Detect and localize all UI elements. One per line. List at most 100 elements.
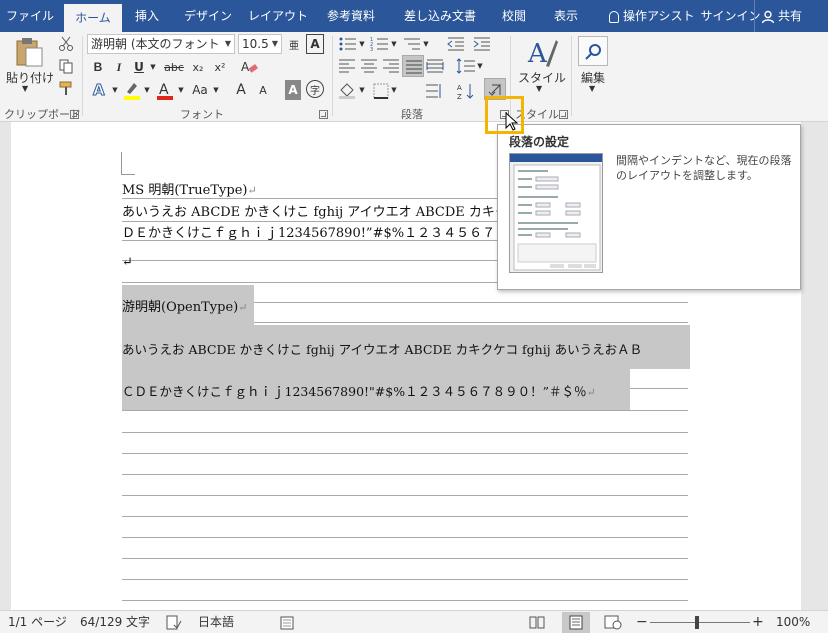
tab-review[interactable]: 校閲 xyxy=(494,0,534,32)
svg-text:A: A xyxy=(241,60,250,74)
clear-formatting-icon[interactable]: A xyxy=(240,58,258,76)
italic-button[interactable]: I xyxy=(112,57,126,77)
align-left-icon[interactable] xyxy=(338,58,356,74)
tab-file[interactable]: ファイル xyxy=(0,0,60,32)
tab-home[interactable]: ホーム xyxy=(64,4,122,32)
web-layout-icon[interactable] xyxy=(604,615,622,630)
chevron-down-icon[interactable]: ▼ xyxy=(269,35,281,53)
document-line: ＤＥかきくけこｆｇｈｉｊ1234567890!”#$%１２３４５６７ xyxy=(122,226,496,241)
vertical-scrollbar[interactable] xyxy=(813,122,828,610)
zoom-in-button[interactable]: + xyxy=(752,611,764,633)
subscript-button[interactable]: x₂ xyxy=(189,57,207,77)
paste-dropdown-arrow[interactable]: ▼ xyxy=(22,84,28,93)
change-case-button[interactable]: Aa xyxy=(190,80,210,100)
strikethrough-button[interactable]: abc xyxy=(163,57,185,77)
font-size-combobox[interactable]: 10.5 ▼ xyxy=(238,34,282,54)
multilevel-list-icon[interactable] xyxy=(402,36,422,52)
zoom-slider[interactable] xyxy=(650,622,750,623)
shrink-font-button[interactable]: A xyxy=(256,80,270,100)
distributed-icon[interactable] xyxy=(426,58,444,74)
numbering-dropdown[interactable]: ▼ xyxy=(390,34,398,54)
grid-line xyxy=(122,537,688,538)
decrease-indent-icon[interactable] xyxy=(446,36,466,52)
format-painter-icon[interactable] xyxy=(58,80,74,96)
superscript-button[interactable]: x² xyxy=(211,57,229,77)
paste-button[interactable]: 貼り付け xyxy=(6,69,54,86)
mouse-cursor-icon xyxy=(505,112,519,131)
font-color-dropdown[interactable]: ▼ xyxy=(176,80,186,100)
proofing-icon[interactable] xyxy=(166,615,182,630)
tab-references[interactable]: 参考資料 xyxy=(318,0,384,32)
change-case-dropdown[interactable]: ▼ xyxy=(211,80,221,100)
cut-icon[interactable] xyxy=(58,36,74,52)
bold-button[interactable]: B xyxy=(90,57,106,77)
group-divider xyxy=(82,36,83,116)
font-launcher[interactable] xyxy=(319,110,328,119)
justify-button[interactable] xyxy=(402,55,424,77)
styles-launcher[interactable] xyxy=(559,110,568,119)
ruby-button[interactable]: 亜 xyxy=(287,34,301,54)
underline-button[interactable]: U xyxy=(132,57,146,77)
share-button[interactable]: 共有 xyxy=(754,0,828,32)
grid-line xyxy=(122,558,688,559)
underline-dropdown[interactable]: ▼ xyxy=(148,57,158,77)
grow-font-button[interactable]: A xyxy=(233,80,249,100)
highlight-dropdown[interactable]: ▼ xyxy=(142,80,152,100)
tab-mailings[interactable]: 差し込み文書 xyxy=(394,0,486,32)
bullets-dropdown[interactable]: ▼ xyxy=(358,34,366,54)
asian-layout-icon[interactable] xyxy=(424,82,442,100)
borders-dropdown[interactable]: ▼ xyxy=(390,80,398,100)
styles-dropdown[interactable]: ▼ xyxy=(536,84,542,93)
shading-dropdown[interactable]: ▼ xyxy=(358,80,366,100)
align-right-icon[interactable] xyxy=(382,58,400,74)
svg-text:Z: Z xyxy=(457,93,462,100)
enclose-characters-button[interactable]: 字 xyxy=(306,80,324,98)
increase-indent-icon[interactable] xyxy=(472,36,492,52)
text-effects-dropdown[interactable]: ▼ xyxy=(110,80,120,100)
line-spacing-icon[interactable] xyxy=(456,58,476,74)
clipboard-launcher[interactable] xyxy=(70,110,79,119)
tab-insert[interactable]: 挿入 xyxy=(124,0,170,32)
tab-view[interactable]: 表示 xyxy=(546,0,586,32)
grid-line xyxy=(122,453,688,454)
zoom-level[interactable]: 100% xyxy=(776,611,810,633)
zoom-out-button[interactable]: − xyxy=(636,611,648,633)
sort-icon[interactable]: AZ xyxy=(456,82,476,100)
print-layout-button[interactable] xyxy=(562,612,590,633)
copy-icon[interactable] xyxy=(58,58,74,74)
ribbon: 貼り付け ▼ クリップボード 游明朝 (本文のフォント - E ▼ 10.5 ▼… xyxy=(0,32,828,122)
multilevel-dropdown[interactable]: ▼ xyxy=(422,34,430,54)
language-indicator[interactable]: 日本語 xyxy=(198,611,234,633)
styles-icon[interactable]: A xyxy=(526,36,558,70)
read-mode-icon[interactable] xyxy=(529,615,545,630)
page-count[interactable]: 1/1 ページ xyxy=(8,611,67,633)
svg-text:A: A xyxy=(457,84,462,92)
numbering-icon[interactable]: 123 xyxy=(370,36,390,52)
font-color-icon[interactable]: A xyxy=(155,80,175,100)
tell-me-box[interactable]: 操作アシスト サインイン xyxy=(609,0,761,32)
sign-in-link[interactable]: サインイン xyxy=(701,9,761,23)
font-group-label: フォント xyxy=(180,108,224,121)
chevron-down-icon[interactable]: ▼ xyxy=(222,35,234,53)
editing-button-frame[interactable] xyxy=(578,36,608,66)
tab-design[interactable]: デザイン xyxy=(176,0,240,32)
macro-recording-icon[interactable] xyxy=(280,615,294,630)
bullets-icon[interactable] xyxy=(338,36,358,52)
character-shading-button[interactable]: A xyxy=(285,80,301,100)
grid-line xyxy=(122,432,688,433)
tab-layout[interactable]: レイアウト xyxy=(246,0,310,32)
zoom-slider-thumb[interactable] xyxy=(695,616,699,629)
font-name-combobox[interactable]: 游明朝 (本文のフォント - E ▼ xyxy=(87,34,235,54)
word-count[interactable]: 64/129 文字 xyxy=(80,611,150,633)
borders-icon[interactable] xyxy=(372,82,390,100)
highlight-icon[interactable] xyxy=(122,80,142,100)
align-center-icon[interactable] xyxy=(360,58,378,74)
text-effects-icon[interactable]: A xyxy=(90,80,110,100)
shading-icon[interactable] xyxy=(338,82,358,100)
dialog-preview-image xyxy=(510,154,602,271)
editing-dropdown[interactable]: ▼ xyxy=(589,84,595,93)
line-spacing-dropdown[interactable]: ▼ xyxy=(476,56,484,76)
tooltip-description: 間隔やインデントなど、現在の段落のレイアウトを調整します。 xyxy=(616,154,792,182)
empty-paragraph-mark: ↵ xyxy=(122,255,133,270)
char-border-button[interactable]: A xyxy=(306,34,324,54)
